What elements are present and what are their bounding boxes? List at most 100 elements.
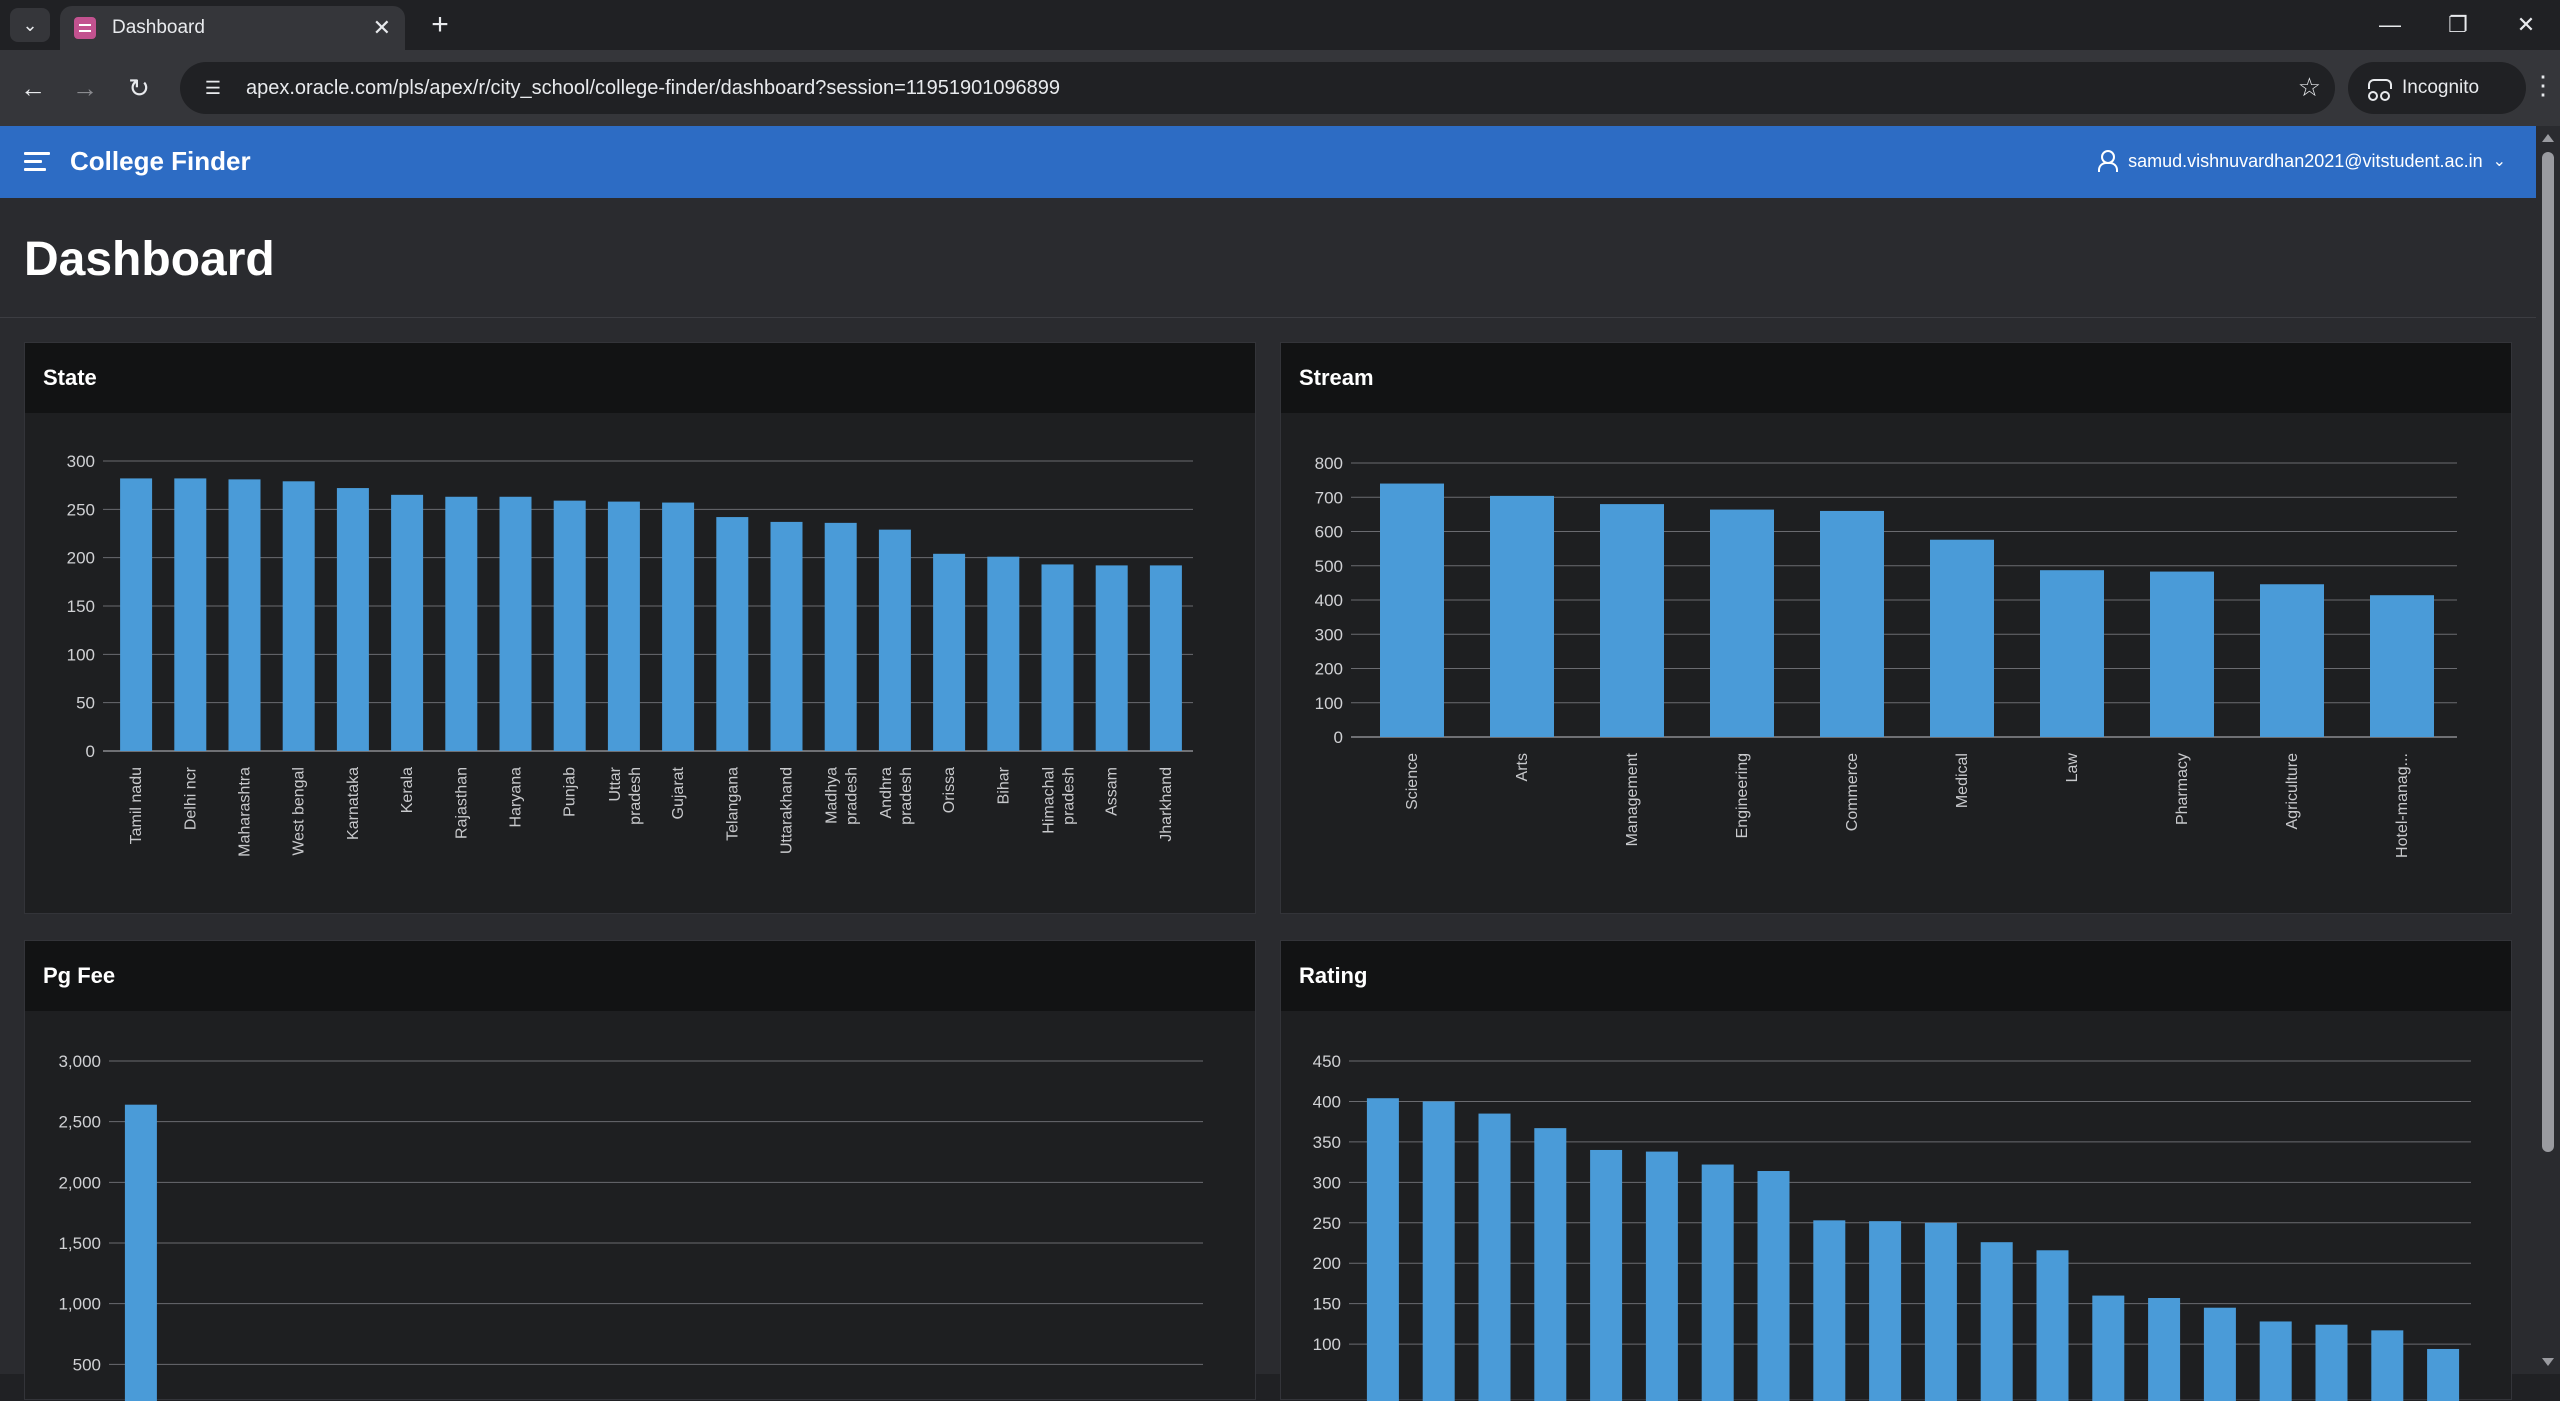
forward-icon[interactable]: → [66, 69, 104, 107]
bar[interactable] [1041, 564, 1074, 751]
bar[interactable] [2371, 1330, 2404, 1401]
minimize-icon[interactable]: — [2356, 0, 2424, 50]
address-bar[interactable]: ☰ apex.oracle.com/pls/apex/r/city_school… [180, 62, 2335, 114]
bar[interactable] [120, 478, 153, 751]
bar[interactable] [1534, 1128, 1567, 1401]
bar[interactable] [1422, 1101, 1455, 1401]
bar[interactable] [1757, 1171, 1790, 1401]
close-icon[interactable]: ✕ [373, 15, 391, 41]
bar[interactable] [1380, 483, 1444, 737]
bar[interactable] [770, 521, 803, 751]
bar[interactable] [1820, 510, 1884, 737]
x-tick-label: Delhi ncr [182, 766, 199, 830]
bar[interactable] [2040, 570, 2104, 737]
bar[interactable] [2260, 584, 2324, 737]
y-tick-label: 700 [1315, 488, 1343, 507]
bar[interactable] [2148, 1298, 2181, 1401]
page-scrollbar[interactable] [2536, 126, 2560, 1374]
bar[interactable] [228, 479, 261, 751]
reload-icon[interactable]: ↻ [120, 69, 158, 107]
bar[interactable] [1600, 504, 1664, 737]
bar[interactable] [1645, 1151, 1678, 1401]
bar[interactable] [1710, 509, 1774, 737]
y-tick-label: 150 [67, 597, 95, 616]
bar[interactable] [716, 517, 749, 751]
x-tick-label: Bihar [995, 766, 1012, 804]
x-tick-label: Maharashtra [237, 767, 254, 857]
bar[interactable] [1478, 1113, 1511, 1401]
chart-region-rating: Rating 100 150 200 250 300 350 400 450 [1280, 940, 2512, 1401]
app-title[interactable]: College Finder [70, 146, 251, 177]
page-title: Dashboard [24, 233, 275, 286]
bar[interactable] [824, 522, 857, 751]
bar[interactable] [1149, 565, 1182, 751]
y-tick-label: 200 [1313, 1254, 1341, 1273]
x-tick-label: Madhya pradesh [824, 767, 861, 825]
bar[interactable] [499, 496, 532, 751]
back-icon[interactable]: ← [14, 69, 52, 107]
stream-bar-chart: 0 100 200 300 400 500 600 700 800 Science Arts Mana… [1315, 454, 2457, 858]
bar[interactable] [2315, 1324, 2348, 1401]
user-menu[interactable]: samud.vishnuvardhan2021@vitstudent.ac.in… [2098, 150, 2506, 172]
x-tick-label: Assam [1104, 767, 1121, 816]
bar[interactable] [336, 488, 369, 751]
bar[interactable] [2036, 1250, 2069, 1401]
incognito-button[interactable]: Incognito [2348, 62, 2526, 114]
bar[interactable] [1590, 1149, 1623, 1401]
x-tick-label: Agriculture [2284, 753, 2301, 830]
bar[interactable] [1366, 1098, 1399, 1401]
y-tick-label: 200 [1315, 660, 1343, 679]
browser-tab[interactable]: Dashboard ✕ [60, 6, 405, 50]
close-window-icon[interactable]: ✕ [2492, 0, 2560, 50]
bar[interactable] [1930, 539, 1994, 737]
region-title: Stream [1281, 343, 2511, 413]
site-info-icon[interactable]: ☰ [198, 73, 228, 103]
x-tick-label: Gujarat [670, 766, 687, 819]
scroll-up-icon[interactable] [2542, 134, 2554, 142]
bar[interactable] [124, 1104, 157, 1401]
y-tick-label: 450 [1313, 1052, 1341, 1071]
bar[interactable] [878, 529, 911, 751]
star-icon[interactable]: ☆ [2298, 72, 2321, 103]
bar[interactable] [391, 494, 424, 751]
bar[interactable] [2370, 595, 2434, 737]
bar[interactable] [1490, 495, 1554, 737]
x-tick-label: Kerala [399, 767, 416, 813]
bar[interactable] [2203, 1307, 2236, 1401]
bar[interactable] [2092, 1295, 2125, 1401]
bar[interactable] [987, 556, 1020, 751]
bar[interactable] [2427, 1348, 2460, 1401]
region-title: Pg Fee [25, 941, 1255, 1011]
bar[interactable] [1869, 1221, 1902, 1401]
x-tick-label: Punjab [562, 767, 579, 817]
y-tick-label: 600 [1315, 523, 1343, 542]
bar[interactable] [933, 553, 966, 751]
x-tick-label: Tamil nadu [128, 767, 145, 844]
scroll-down-icon[interactable] [2542, 1358, 2554, 1366]
x-tick-label: Uttarakhand [779, 767, 796, 854]
incognito-icon [2366, 79, 2392, 101]
bar[interactable] [174, 478, 207, 751]
plus-icon[interactable]: + [422, 8, 458, 42]
hamburger-menu-icon[interactable] [24, 152, 50, 172]
y-tick-label: 300 [1315, 625, 1343, 644]
bar[interactable] [1095, 565, 1128, 751]
bar[interactable] [553, 500, 586, 751]
bar[interactable] [1701, 1164, 1734, 1401]
x-tick-label: Orissa [941, 767, 958, 813]
bar[interactable] [1924, 1222, 1957, 1401]
tab-list-icon[interactable]: ⌄ [10, 8, 50, 42]
bar[interactable] [662, 502, 695, 751]
bar[interactable] [2150, 571, 2214, 737]
bar[interactable] [1980, 1242, 2013, 1401]
bar[interactable] [607, 501, 640, 751]
bar[interactable] [2259, 1321, 2292, 1401]
y-tick-label: 250 [1313, 1214, 1341, 1233]
region-title: Rating [1281, 941, 2511, 1011]
bar[interactable] [445, 496, 478, 751]
restore-icon[interactable]: ❐ [2424, 0, 2492, 50]
bar[interactable] [282, 481, 315, 751]
kebab-menu-icon[interactable]: ⋮ [2530, 70, 2556, 101]
user-email: samud.vishnuvardhan2021@vitstudent.ac.in [2128, 150, 2483, 171]
scrollbar-thumb[interactable] [2542, 152, 2554, 1152]
